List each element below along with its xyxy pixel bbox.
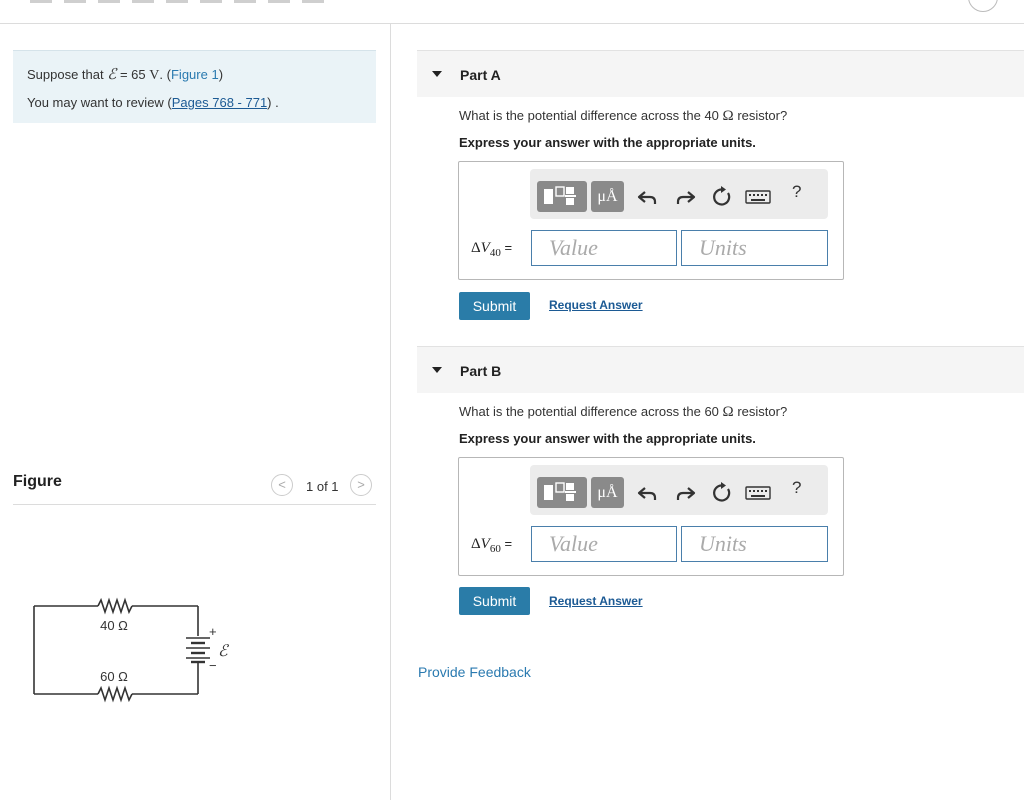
templates-button[interactable] — [537, 181, 587, 212]
pages-link[interactable]: Pages 768 - 771 — [172, 95, 267, 110]
figure-pager: 1 of 1 — [306, 479, 339, 494]
part-b-request-answer-link[interactable]: Request Answer — [549, 594, 643, 608]
figure-prev-button[interactable]: < — [271, 474, 293, 496]
problem-statement: Suppose that ℰ = 65 V. (Figure 1) — [27, 67, 224, 83]
emf-symbol: ℰ — [107, 67, 117, 83]
top-breadcrumb-fragment — [30, 0, 330, 3]
resistor-40-label: 40 Ω — [100, 618, 128, 633]
undo-icon[interactable] — [636, 185, 660, 209]
provide-feedback-link[interactable]: Provide Feedback — [418, 664, 531, 680]
value-input[interactable]: Value — [531, 230, 677, 266]
review-note: You may want to review (Pages 768 - 771)… — [27, 95, 279, 110]
units-button[interactable]: μÅ — [591, 477, 624, 508]
problem-intro: Suppose that ℰ = 65 V. (Figure 1) You ma… — [13, 50, 376, 123]
reset-icon[interactable] — [710, 185, 734, 209]
undo-icon[interactable] — [636, 481, 660, 505]
part-a-title: Part A — [460, 67, 501, 83]
part-b-answer-label: ΔV60 = — [471, 536, 513, 555]
value-input[interactable]: Value — [531, 526, 677, 562]
battery-minus: − — [209, 658, 217, 673]
caret-down-icon[interactable] — [432, 71, 442, 77]
resistor-60-label: 60 Ω — [100, 669, 128, 684]
figure-heading: Figure — [13, 473, 62, 490]
redo-icon[interactable] — [673, 481, 697, 505]
units-input[interactable]: Units — [681, 526, 828, 562]
column-divider — [390, 23, 391, 800]
circuit-diagram: 40 Ω 60 Ω + − ℰ — [33, 597, 230, 703]
templates-button[interactable] — [537, 477, 587, 508]
reset-icon[interactable] — [710, 481, 734, 505]
part-a-submit-button[interactable]: Submit — [459, 292, 530, 320]
part-b-submit-button[interactable]: Submit — [459, 587, 530, 615]
emf-label: ℰ — [218, 643, 230, 660]
battery-plus: + — [209, 624, 217, 639]
math-toolbar: μÅ ? — [530, 465, 828, 515]
part-a-instructions: Express your answer with the appropriate… — [459, 135, 756, 150]
battery-symbol — [186, 637, 210, 664]
figure-rule — [13, 504, 376, 505]
figure-next-button[interactable]: > — [350, 474, 372, 496]
templates-icon — [544, 186, 576, 205]
math-toolbar: μÅ ? — [530, 169, 828, 219]
part-a-answer-box: μÅ ? ΔV40 = Value Units — [458, 161, 844, 280]
help-button[interactable]: ? — [792, 478, 801, 498]
units-input[interactable]: Units — [681, 230, 828, 266]
part-b-question: What is the potential difference across … — [459, 404, 788, 420]
templates-icon — [544, 482, 576, 501]
keyboard-icon[interactable] — [745, 481, 771, 505]
resistor-40-zigzag — [97, 597, 133, 615]
units-button[interactable]: μÅ — [591, 181, 624, 212]
part-b-answer-box: μÅ ? ΔV60 = Value Units — [458, 457, 844, 576]
top-bar — [0, 0, 1024, 24]
resistor-60-zigzag — [97, 685, 133, 703]
part-a-header[interactable]: Part A — [417, 50, 1024, 97]
part-b-header[interactable]: Part B — [417, 346, 1024, 393]
caret-down-icon[interactable] — [432, 367, 442, 373]
part-a-request-answer-link[interactable]: Request Answer — [549, 298, 643, 312]
part-a-question: What is the potential difference across … — [459, 108, 788, 124]
redo-icon[interactable] — [673, 185, 697, 209]
top-menu-button[interactable] — [968, 0, 998, 12]
figure-link[interactable]: Figure 1 — [171, 67, 219, 82]
part-a-answer-label: ΔV40 = — [471, 240, 513, 259]
part-b-instructions: Express your answer with the appropriate… — [459, 431, 756, 446]
keyboard-icon[interactable] — [745, 185, 771, 209]
part-b-title: Part B — [460, 363, 502, 379]
help-button[interactable]: ? — [792, 182, 801, 202]
